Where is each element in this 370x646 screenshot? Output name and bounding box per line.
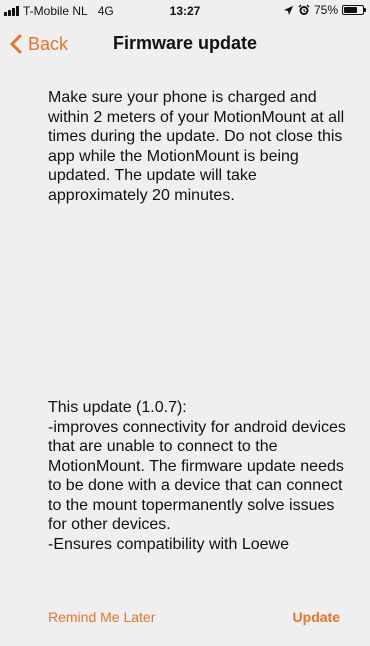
status-bar: T-Mobile NL 4G 13:27 75%: [0, 0, 370, 22]
remind-me-later-button[interactable]: Remind Me Later: [48, 609, 155, 625]
navigation-bar: Back Firmware update: [0, 22, 370, 66]
changelog-heading: This update (1.0.7):: [48, 399, 187, 416]
firmware-update-screen: T-Mobile NL 4G 13:27 75% Back Firmware u…: [0, 0, 370, 646]
status-right: 75%: [283, 3, 366, 17]
alarm-icon: [298, 4, 310, 15]
update-button[interactable]: Update: [293, 609, 340, 625]
changelog-item: -improves connectivity for android devic…: [48, 418, 346, 534]
battery-icon: [342, 5, 366, 15]
battery-level-fill: [344, 7, 357, 13]
location-arrow-icon: [283, 5, 294, 15]
page-title: Firmware update: [112, 33, 258, 53]
changelog-item: -Ensures compatibility with Loewe: [48, 535, 289, 553]
update-changelog: This update (1.0.7): -improves connectiv…: [48, 398, 348, 554]
instruction-message: Make sure your phone is charged and with…: [48, 89, 345, 204]
battery-percent: 75%: [313, 3, 338, 17]
